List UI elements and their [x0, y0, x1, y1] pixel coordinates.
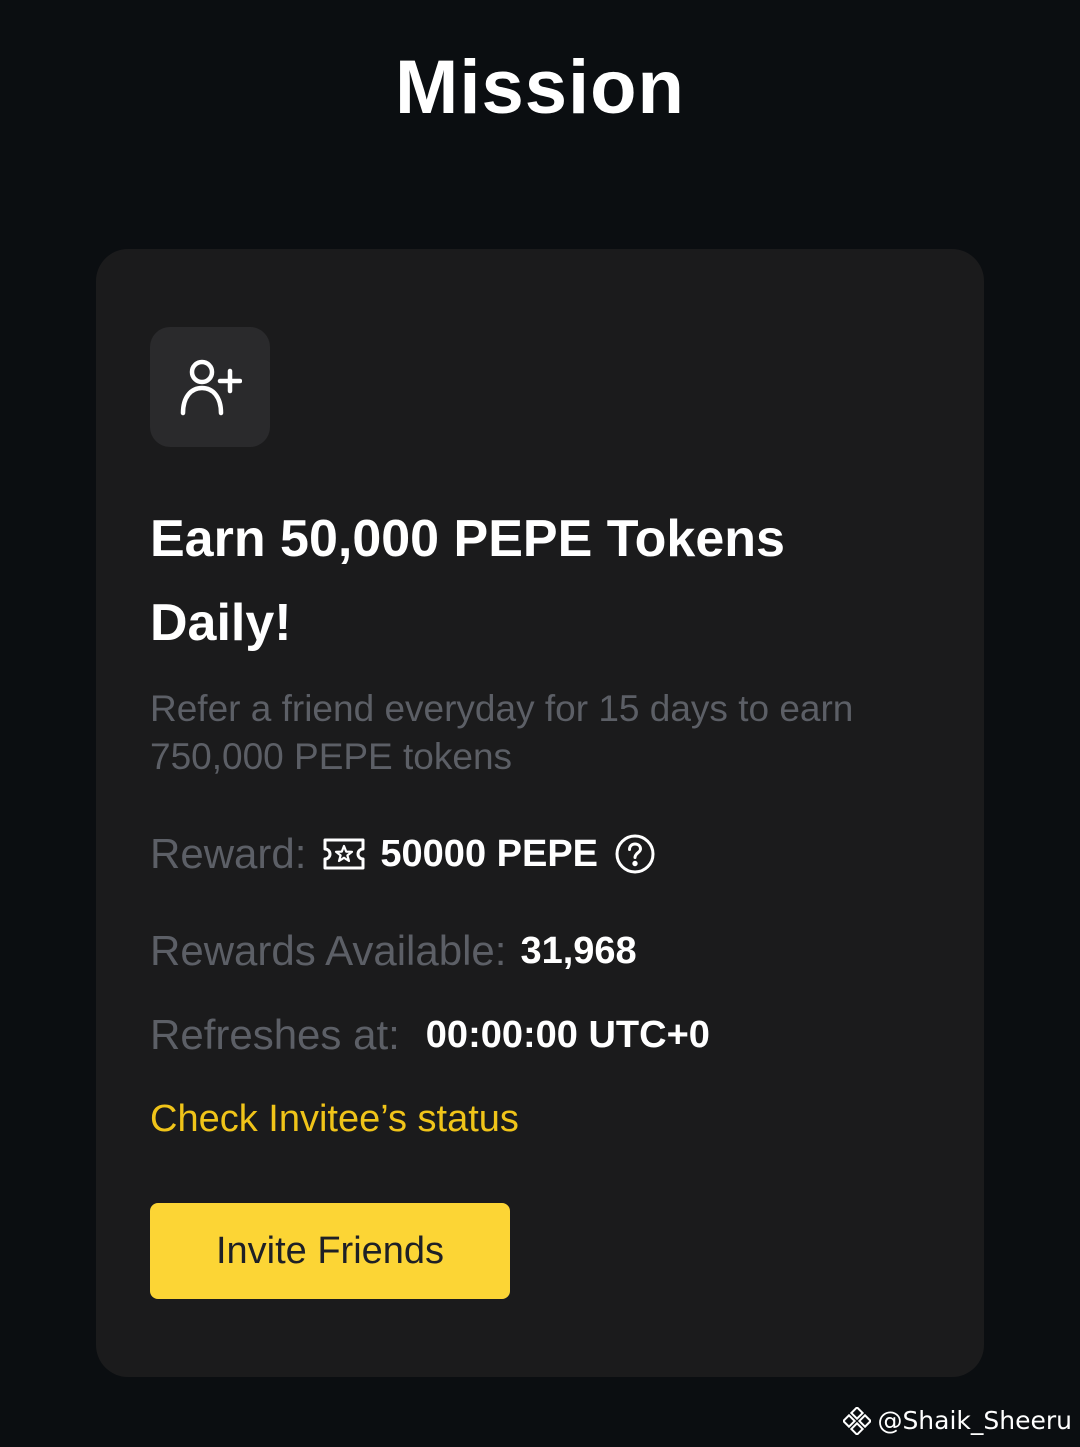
watermark: @Shaik_Sheeru	[843, 1406, 1072, 1435]
invite-friends-button[interactable]: Invite Friends	[150, 1203, 510, 1299]
binance-logo-icon	[843, 1406, 872, 1435]
question-circle-icon[interactable]	[614, 833, 656, 875]
reward-label: Reward:	[150, 830, 307, 877]
rewards-available-label: Rewards Available:	[150, 927, 507, 974]
reward-row: Reward: 50000 PEPE	[150, 829, 656, 879]
add-user-icon	[178, 355, 242, 419]
rewards-available-row: Rewards Available: 31,968	[150, 926, 637, 976]
mission-icon-tile	[150, 327, 270, 447]
reward-value: 50000 PEPE	[380, 832, 599, 875]
page-title: Mission	[395, 45, 685, 130]
mission-description: Refer a friend everyday for 15 days to e…	[150, 688, 854, 777]
ticket-icon	[322, 837, 366, 871]
rewards-available-value: 31,968	[520, 929, 637, 972]
mission-card: Earn 50,000 PEPE Tokens Daily! Refer a f…	[96, 249, 984, 1377]
refresh-row: Refreshes at: 00:00:00 UTC+0	[150, 1010, 710, 1060]
mission-page: Mission Earn 50,000 PEPE Tokens Daily! R…	[0, 0, 1080, 1447]
mission-title: Earn 50,000 PEPE Tokens Daily!	[150, 510, 785, 652]
check-invitee-status-link[interactable]: Check Invitee’s status	[150, 1095, 519, 1143]
refresh-label: Refreshes at:	[150, 1011, 400, 1058]
refresh-value: 00:00:00 UTC+0	[425, 1013, 710, 1056]
watermark-text: @Shaik_Sheeru	[877, 1406, 1072, 1435]
